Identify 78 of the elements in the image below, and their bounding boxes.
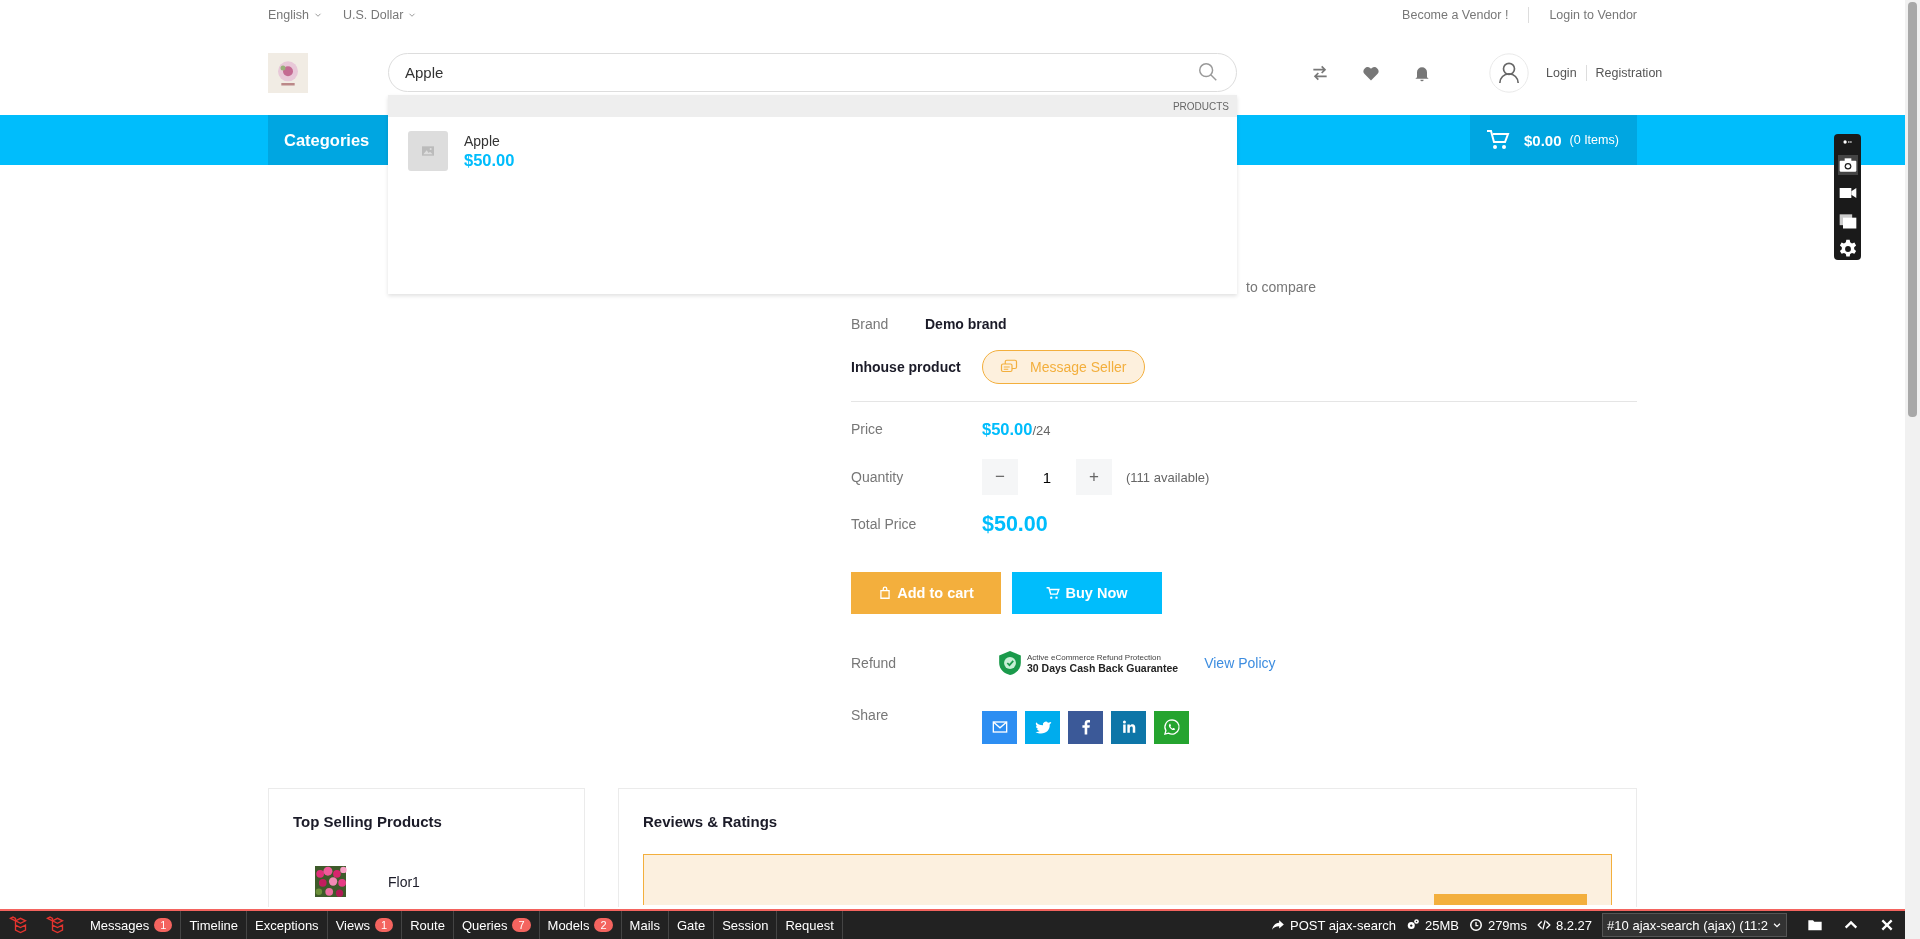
time-info: 279ms <box>1468 917 1527 933</box>
field-label: Quantity <box>851 469 905 485</box>
field-label: Total Price <box>851 516 918 532</box>
badge-title: 30 Days Cash Back Guarantee <box>1027 661 1179 674</box>
badge-caption: Active eCommerce Refund Protection <box>1027 652 1162 662</box>
brand-name: Demo brand <box>925 316 1007 332</box>
debug-tab[interactable]: Views 1 <box>327 911 403 939</box>
card-title: Reviews & Ratings <box>643 813 779 830</box>
debug-tab[interactable]: Session <box>714 911 778 939</box>
field-label: Brand <box>851 316 890 332</box>
count-badge: 1 <box>375 918 394 932</box>
count-badge: 2 <box>594 918 613 932</box>
camera-icon[interactable] <box>1837 155 1858 175</box>
debug-tab[interactable]: Exceptions <box>247 911 328 939</box>
cart-icon <box>1046 586 1061 600</box>
availability-text: (111 available) <box>1126 469 1210 485</box>
laravel-icon[interactable] <box>8 915 28 935</box>
logo[interactable] <box>268 52 308 93</box>
increment-button[interactable]: + <box>1076 459 1112 495</box>
result-price: $50.00 <box>464 150 515 170</box>
login-link[interactable]: Login <box>1546 65 1577 80</box>
debug-tab[interactable]: Timeline <box>181 911 248 939</box>
price: $50.00/24 <box>982 419 1051 439</box>
debug-tab[interactable]: Queries 7 <box>453 911 540 939</box>
share-button[interactable] <box>1154 710 1189 744</box>
debug-tab[interactable]: Gate <box>668 911 715 939</box>
share-arrow-icon <box>1270 918 1285 932</box>
total-price: $50.00 <box>982 511 1048 537</box>
view-policy-link[interactable]: View Policy <box>1204 655 1276 671</box>
registration-link[interactable]: Registration <box>1595 65 1663 80</box>
caret-icon <box>1772 920 1782 930</box>
shield-icon <box>997 649 1023 677</box>
clock-icon <box>1468 918 1483 932</box>
request-select[interactable]: #10 ajax-search (ajax) (11:2 <box>1602 913 1787 937</box>
card-title: Top Selling Products <box>293 813 443 830</box>
cart-icon <box>1486 128 1510 152</box>
search-field[interactable]: Apple <box>388 53 1237 92</box>
currency-dropdown[interactable]: U.S. Dollar <box>343 8 418 22</box>
user-icon[interactable] <box>1489 52 1529 93</box>
bag-icon <box>878 586 893 600</box>
code-icon <box>1536 918 1551 932</box>
laravel-icon[interactable] <box>45 915 65 935</box>
windows-icon[interactable] <box>1837 211 1858 231</box>
language-dropdown[interactable]: English <box>268 8 323 22</box>
decrement-button[interactable]: − <box>982 459 1018 495</box>
whatsapp-icon <box>1161 717 1182 737</box>
scrollbar[interactable] <box>1905 0 1920 939</box>
seller-label: Inhouse product <box>851 359 962 375</box>
gears-icon <box>1405 918 1420 932</box>
result-name: Apple <box>464 132 501 149</box>
top-link[interactable]: Become a Vendor ! <box>1402 8 1509 22</box>
field-label: Refund <box>851 655 898 671</box>
share-button[interactable] <box>1111 710 1146 744</box>
top-link[interactable]: Login to Vendor <box>1549 8 1637 22</box>
image-icon <box>420 143 436 159</box>
close-icon[interactable] <box>1879 917 1895 933</box>
field-label: Share <box>851 707 890 723</box>
count-badge: 1 <box>154 918 173 932</box>
scrollbar-thumb[interactable] <box>1908 2 1917 417</box>
share-button[interactable] <box>1068 710 1103 744</box>
version-info: 8.2.27 <box>1536 917 1593 933</box>
memory-info: 25MB <box>1405 917 1459 933</box>
compare-text: to compare <box>1246 279 1317 295</box>
debug-tab[interactable]: Route <box>402 911 454 939</box>
debug-tab[interactable]: Request <box>777 911 843 939</box>
section-label: PRODUCTS <box>1172 100 1229 112</box>
count-badge: 7 <box>512 918 531 932</box>
product-name: Flor1 <box>388 874 420 890</box>
share-button[interactable] <box>982 710 1017 744</box>
debug-tab[interactable]: Models 2 <box>539 911 622 939</box>
debug-tab[interactable]: Mails <box>621 911 669 939</box>
field-label: Price <box>851 421 884 437</box>
request-info: POST ajax-search <box>1270 917 1396 933</box>
search-result[interactable]: Apple $50.00 <box>388 117 1237 185</box>
settings-icon[interactable] <box>1837 239 1858 259</box>
debug-tab[interactable]: Messages 1 <box>82 911 182 939</box>
folder-icon[interactable] <box>1807 917 1823 933</box>
search-icon <box>1197 61 1219 83</box>
